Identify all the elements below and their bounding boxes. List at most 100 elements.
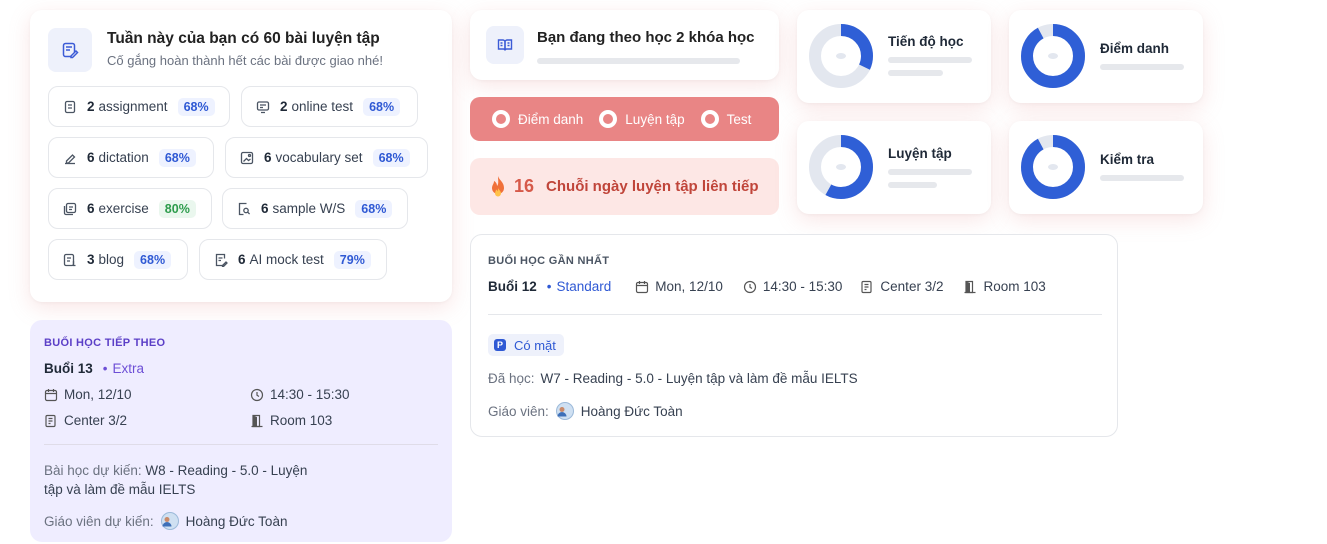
- practice-chip-dictation[interactable]: 6 dictation 68%: [48, 137, 214, 178]
- courses-placeholder-bar: [537, 58, 740, 64]
- stat-card-attendance[interactable]: Điểm danh: [1009, 10, 1203, 103]
- last-teacher-name: Hoàng Đức Toàn: [580, 403, 683, 419]
- last-session-label: BUỔI HỌC GẦN NHẤT: [488, 255, 610, 267]
- attendance-badge: P Có mặt: [488, 334, 564, 356]
- chip-percent: 68%: [355, 199, 393, 218]
- legend-label: Test: [726, 111, 752, 127]
- last-session-teacher: Giáo viên: Hoàng Đức Toàn: [488, 402, 683, 420]
- stat-placeholder-bar: [888, 57, 972, 63]
- edit-doc-icon: [215, 253, 228, 267]
- chip-label: sample W/S: [272, 201, 346, 216]
- chip-label: online test: [291, 99, 354, 114]
- ring-icon: [492, 110, 510, 128]
- next-session-center: Center 3/2: [44, 413, 127, 428]
- stat-label: Tiến độ học: [888, 34, 964, 49]
- last-session-room: Room 103: [983, 279, 1046, 294]
- last-session-center: Center 3/2: [880, 279, 944, 294]
- chip-label: vocabulary set: [275, 150, 363, 165]
- donut-chart: [1021, 135, 1085, 199]
- chip-count: 6: [87, 150, 95, 165]
- stat-label: Điểm danh: [1100, 41, 1170, 56]
- courses-card[interactable]: Bạn đang theo học 2 khóa học: [470, 10, 779, 80]
- stat-placeholder-bar: [1100, 64, 1184, 70]
- search-doc-icon: [238, 202, 251, 215]
- image-icon: [240, 151, 254, 164]
- chip-label: blog: [98, 252, 125, 267]
- weekly-subtitle: Cố gắng hoàn thành hết các bài được giao…: [107, 53, 383, 68]
- last-session-date: Mon, 12/10: [655, 279, 723, 294]
- building-doc-icon: [861, 280, 873, 293]
- legend-label: Luyện tập: [625, 111, 685, 127]
- next-session-date-text: Mon, 12/10: [64, 387, 132, 402]
- chip-count: 6: [87, 201, 95, 216]
- next-session-room: Room 103: [250, 413, 332, 428]
- stat-placeholder-bar: [888, 182, 937, 188]
- attendance-text: Có mặt: [514, 337, 556, 353]
- next-session-time-text: 14:30 - 15:30: [270, 387, 350, 402]
- chip-count: 2: [87, 99, 95, 114]
- next-lesson-line2: tập và làm đề mẫu IELTS: [44, 482, 196, 497]
- next-teacher-label: Giáo viên dự kiến:: [44, 513, 154, 529]
- blog-icon: [63, 253, 76, 266]
- stat-label: Kiểm tra: [1100, 152, 1155, 167]
- stack-icon: [63, 202, 77, 215]
- last-session-lesson: Đã học: W7 - Reading - 5.0 - Luyện tập v…: [488, 371, 858, 386]
- next-session-card[interactable]: BUỔI HỌC TIẾP THEO Buổi 13 Extra Mon, 12…: [30, 320, 452, 542]
- chip-count: 6: [261, 201, 269, 216]
- present-icon: P: [494, 339, 506, 351]
- stat-placeholder-bar: [888, 169, 972, 175]
- streak-count: 16: [514, 176, 535, 196]
- donut-center-mark: [1048, 164, 1058, 170]
- weekly-title: Tuần này của bạn có 60 bài luyện tập: [107, 30, 380, 47]
- donut-chart: [1021, 24, 1085, 88]
- last-teacher-label: Giáo viên:: [488, 403, 549, 419]
- chip-label: AI mock test: [249, 252, 324, 267]
- ring-icon: [700, 110, 719, 128]
- last-lesson-label: Đã học:: [488, 371, 535, 386]
- last-session-card[interactable]: BUỔI HỌC GẦN NHẤT Buổi 12 Standard Mon, …: [470, 234, 1118, 437]
- stat-card-progress[interactable]: Tiến độ học: [797, 10, 991, 103]
- next-session-center-text: Center 3/2: [64, 413, 128, 428]
- last-session-info-row: Buổi 12 Standard Mon, 12/10 14:30 - 15:3…: [488, 279, 1046, 294]
- next-session-teacher: Giáo viên dự kiến: Hoàng Đức Toàn: [44, 512, 287, 530]
- stat-card-test[interactable]: Kiểm tra: [1009, 121, 1203, 214]
- practice-chip-exercise[interactable]: 6 exercise 80%: [48, 188, 212, 229]
- courses-text: Bạn đang theo học 2 khóa học: [537, 29, 755, 46]
- building-doc-icon: [45, 414, 56, 427]
- legend-item-test: Test: [700, 110, 752, 128]
- door-icon: [251, 414, 263, 427]
- chip-count: 6: [264, 150, 272, 165]
- next-session-level: Extra: [103, 361, 145, 376]
- practice-chip-blog[interactable]: 3 blog 68%: [48, 239, 188, 280]
- donut-chart: [809, 24, 873, 88]
- practice-chip-assignment[interactable]: 2 assignment 68%: [48, 86, 230, 127]
- donut-center-mark: [836, 164, 846, 170]
- chip-count: 2: [280, 99, 288, 114]
- teacher-avatar: [160, 512, 179, 530]
- chip-label: dictation: [98, 150, 149, 165]
- chip-percent: 68%: [134, 250, 172, 269]
- last-session-time: 14:30 - 15:30: [762, 279, 843, 294]
- donut-center-mark: [1048, 53, 1058, 59]
- stat-label: Luyện tập: [888, 146, 952, 161]
- next-session-label: BUỔI HỌC TIẾP THEO: [44, 337, 166, 349]
- practice-chip-sample-ws[interactable]: 6 sample W/S 68%: [222, 188, 408, 229]
- practice-chip-online-test[interactable]: 2 online test 68%: [241, 86, 418, 127]
- stat-card-practice[interactable]: Luyện tập: [797, 121, 991, 214]
- chip-percent: 68%: [372, 148, 410, 167]
- next-session-divider: [44, 444, 438, 445]
- last-session-number: Buổi 12: [488, 279, 537, 294]
- legend-item-practice: Luyện tập: [599, 110, 685, 128]
- next-lesson-label: Bài học dự kiến:: [44, 463, 142, 478]
- practice-chip-vocabulary-set[interactable]: 6 vocabulary set 68%: [225, 137, 428, 178]
- monitor-icon: [256, 100, 270, 113]
- next-lesson-line1: W8 - Reading - 5.0 - Luyện: [145, 463, 308, 478]
- chip-percent: 79%: [333, 250, 371, 269]
- checklist-edit-icon: [48, 28, 92, 72]
- practice-chip-ai-mock-test[interactable]: 6 AI mock test 79%: [199, 239, 387, 280]
- book-icon: [486, 26, 524, 64]
- streak-card: 16 Chuỗi ngày luyện tập liên tiếp: [470, 158, 779, 215]
- stat-placeholder-bar: [1100, 175, 1184, 181]
- clock-icon: [743, 280, 756, 293]
- clock-icon: [250, 388, 264, 401]
